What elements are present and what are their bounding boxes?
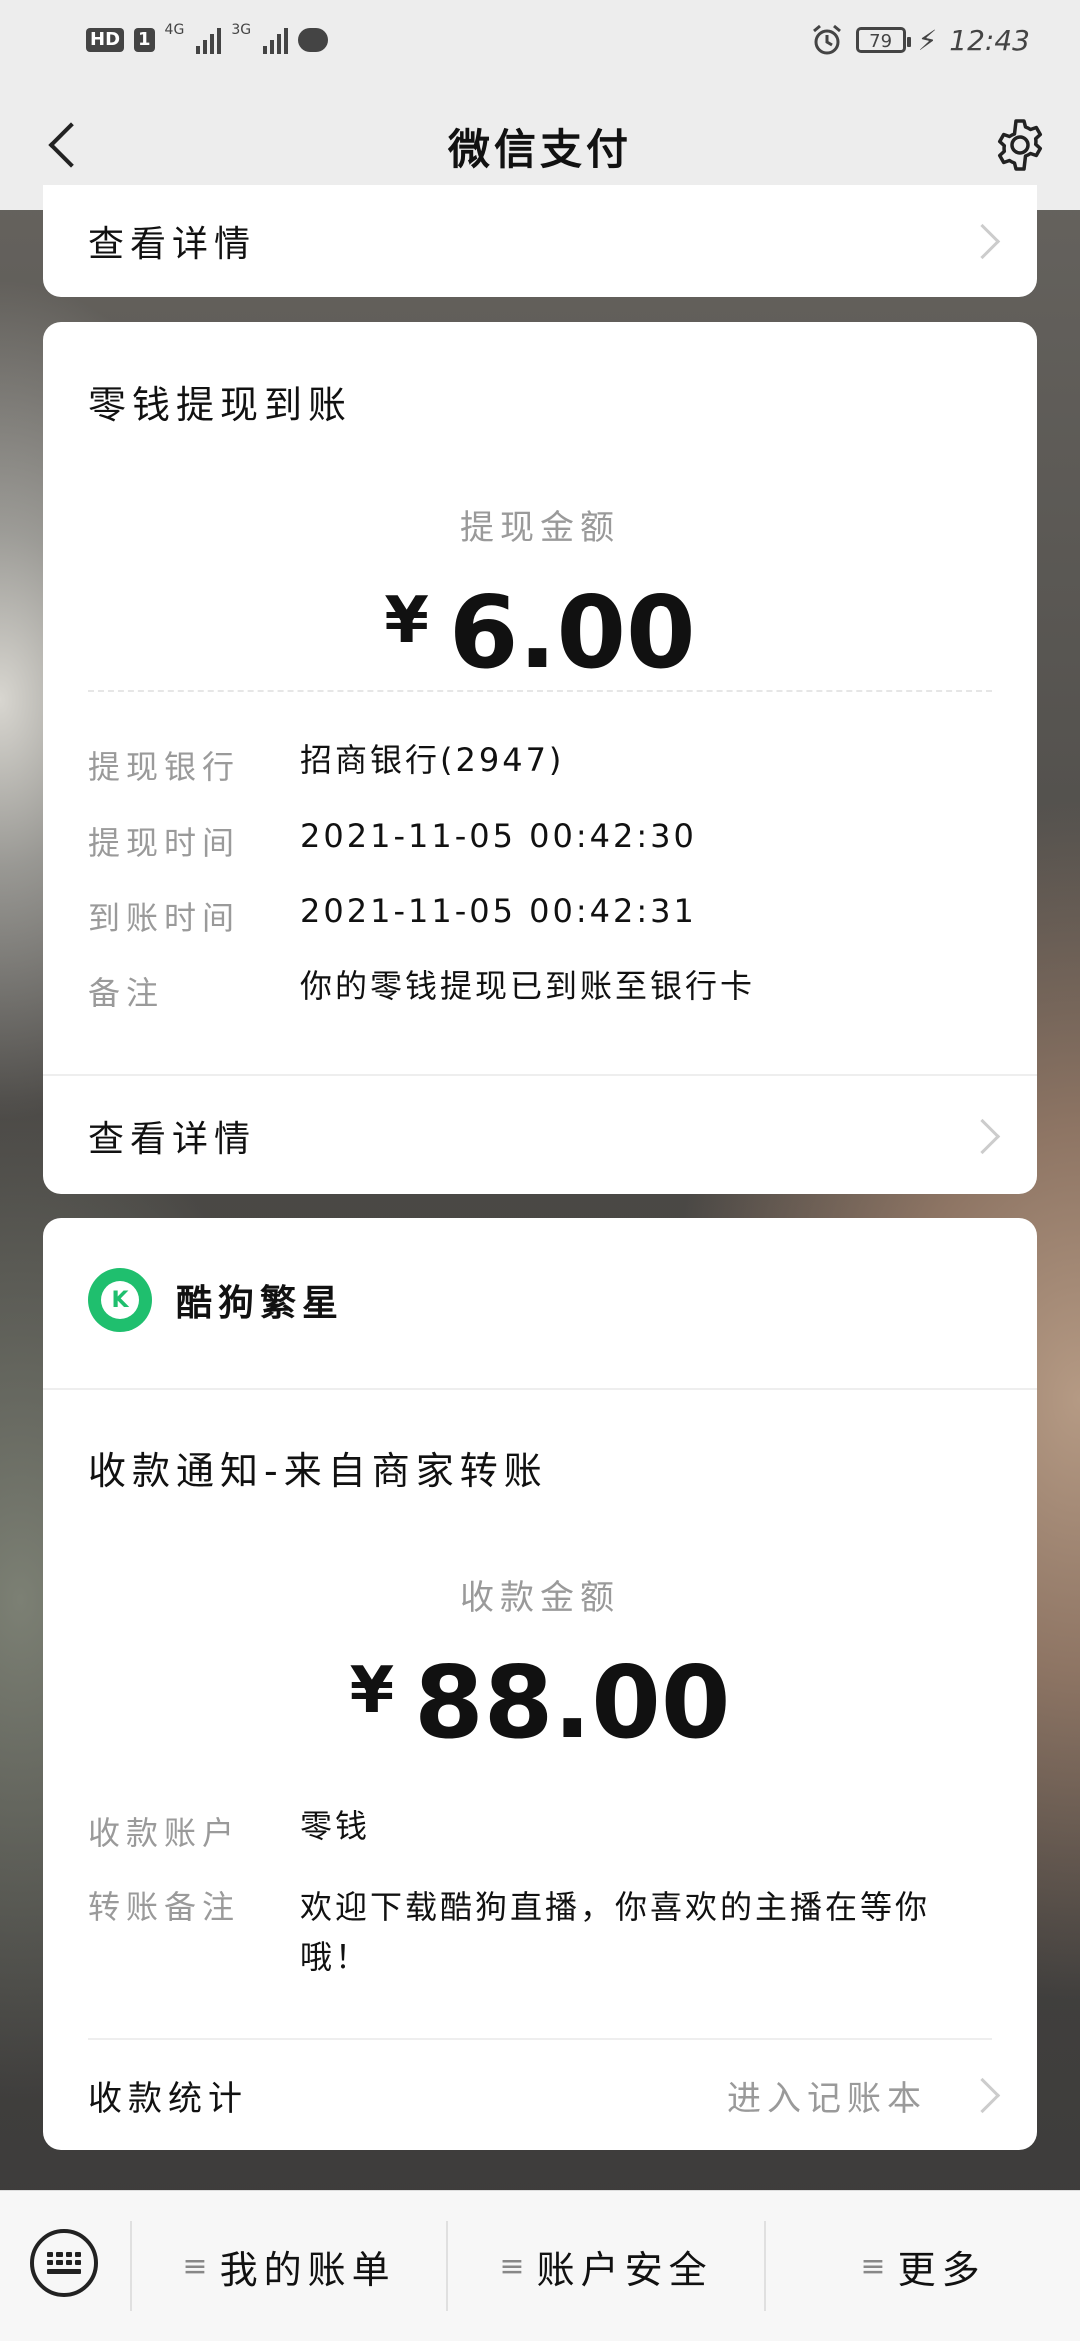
payment-amount: ¥88.00 — [43, 1644, 1037, 1761]
menu-lines-icon: ≡ — [182, 2248, 208, 2284]
chevron-right-icon — [964, 1118, 1001, 1154]
withdraw-amount: ¥6.00 — [43, 574, 1037, 691]
menu-item-label: 我的账单 — [219, 2247, 396, 2292]
menu-item-my-bill[interactable]: ≡ 我的账单 — [132, 2191, 446, 2341]
detail-key: 收款账户 — [88, 1814, 241, 1852]
payment-card: K 酷狗繁星 收款通知-来自商家转账 收款金额 ¥88.00 收款账户 零钱 转… — [43, 1218, 1037, 2150]
menu-item-label: 账户安全 — [536, 2247, 713, 2292]
settings-gear-icon[interactable] — [990, 115, 1050, 175]
network-label-1: 4G — [164, 22, 185, 38]
detail-row: 收款账户 零钱 — [88, 1808, 992, 1854]
withdraw-card-title: 零钱提现到账 — [88, 383, 353, 427]
menu-item-label: 更多 — [897, 2247, 986, 2292]
divider — [43, 1074, 1037, 1076]
sim-badge: 1 — [134, 28, 155, 52]
view-details-label: 查看详情 — [88, 1119, 257, 1160]
detail-value: 2021-11-05 00:42:31 — [300, 892, 697, 930]
detail-value: 招商银行(2947) — [300, 741, 565, 779]
view-details-link[interactable]: 查看详情 — [43, 1080, 1037, 1192]
detail-row: 到账时间 2021-11-05 00:42:31 — [88, 893, 992, 939]
merchant-name: 酷狗繁星 — [176, 1283, 345, 1324]
menu-lines-icon: ≡ — [860, 2248, 886, 2284]
chevron-right-icon — [964, 223, 1001, 259]
status-bar: HD 1 4G 3G 79 ⚡ 12:43 — [0, 0, 1080, 80]
detail-value: 你的零钱提现已到账至银行卡 — [300, 967, 756, 1005]
currency-symbol: ¥ — [384, 584, 429, 658]
merchant-logo-icon: K — [88, 1268, 152, 1332]
detail-key: 转账备注 — [88, 1888, 241, 1926]
detail-row: 转账备注 欢迎下载酷狗直播，你喜欢的主播在等你哦！ — [88, 1882, 992, 1982]
battery-level: 79 — [869, 31, 893, 52]
charging-icon: ⚡ — [917, 23, 938, 57]
bottom-menu: ≡ 我的账单 ≡ 账户安全 ≡ 更多 — [0, 2190, 1080, 2341]
network-label-2: 3G — [231, 22, 252, 38]
detail-key: 提现银行 — [88, 748, 241, 786]
status-right: 79 ⚡ 12:43 — [810, 22, 1030, 58]
menu-item-account-security[interactable]: ≡ 账户安全 — [448, 2191, 764, 2341]
detail-row: 提现银行 招商银行(2947) — [88, 742, 992, 788]
detail-key: 提现时间 — [88, 824, 241, 862]
signal-icon-2 — [263, 26, 289, 54]
detail-value: 零钱 — [300, 1807, 371, 1845]
menu-lines-icon: ≡ — [499, 2248, 525, 2284]
menu-item-more[interactable]: ≡ 更多 — [766, 2191, 1080, 2341]
withdraw-amount-label: 提现金额 — [460, 508, 620, 548]
page-title: 微信支付 — [447, 125, 632, 174]
alarm-icon — [812, 24, 841, 55]
detail-row: 备注 你的零钱提现已到账至银行卡 — [88, 968, 992, 1014]
signal-icon — [196, 26, 222, 54]
payment-card-title: 收款通知-来自商家转账 — [88, 1449, 548, 1493]
merchant-logo-letter: K — [101, 1281, 139, 1319]
currency-symbol: ¥ — [349, 1654, 395, 1728]
keyboard-icon[interactable] — [30, 2229, 98, 2297]
view-details-label: 查看详情 — [88, 224, 257, 265]
payment-stats-row[interactable]: 收款统计 进入记账本 — [43, 2040, 1037, 2150]
merchant-header[interactable]: K 酷狗繁星 — [88, 1268, 344, 1332]
detail-key: 备注 — [88, 974, 165, 1012]
message-icon — [298, 28, 329, 52]
detail-value: 欢迎下载酷狗直播，你喜欢的主播在等你哦！ — [300, 1888, 931, 1976]
payment-amount-label: 收款金额 — [460, 1578, 620, 1618]
hd-badge: HD — [86, 28, 125, 52]
previous-card: 查看详情 — [43, 185, 1037, 297]
ledger-link[interactable]: 进入记账本 — [727, 2071, 927, 2120]
detail-value: 2021-11-05 00:42:30 — [300, 817, 697, 855]
detail-key: 到账时间 — [88, 899, 241, 937]
payment-stats-label: 收款统计 — [88, 2078, 248, 2119]
divider — [43, 1388, 1037, 1390]
detail-row: 提现时间 2021-11-05 00:42:30 — [88, 818, 992, 864]
battery-icon: 79 — [855, 27, 911, 53]
payment-amount-value: 88.00 — [414, 1644, 731, 1761]
clock: 12:43 — [949, 23, 1030, 57]
withdraw-card: 零钱提现到账 提现金额 ¥6.00 提现银行 招商银行(2947) 提现时间 2… — [43, 322, 1037, 1194]
view-details-link-top[interactable]: 查看详情 — [43, 185, 1037, 297]
withdraw-amount-value: 6.00 — [448, 574, 696, 691]
chevron-right-icon — [964, 2077, 1001, 2113]
divider-dashed — [88, 690, 992, 692]
status-left: HD 1 4G 3G — [86, 22, 329, 58]
